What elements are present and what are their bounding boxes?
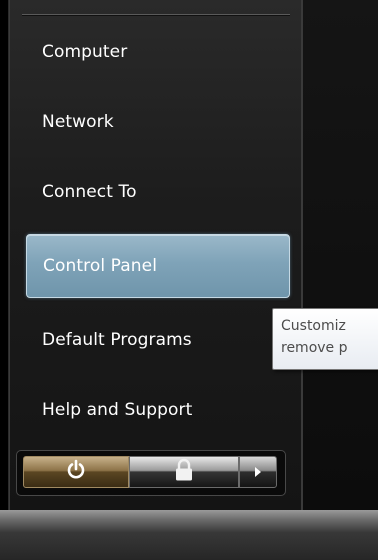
- menu-item-control-panel[interactable]: Control Panel: [26, 234, 290, 298]
- tooltip-line-1: Customiz: [281, 318, 346, 334]
- menu-item-help-and-support[interactable]: Help and Support: [26, 378, 290, 442]
- menu-item-label: Default Programs: [42, 330, 192, 350]
- arrow-right-icon: [253, 463, 263, 482]
- desktop-background: [300, 0, 378, 510]
- menu-item-label: Help and Support: [42, 400, 193, 420]
- taskbar: [0, 510, 378, 560]
- left-edge: [0, 0, 8, 510]
- menu-item-network[interactable]: Network: [26, 90, 290, 154]
- menu-item-label: Network: [42, 112, 114, 132]
- menu-separator: [22, 14, 290, 15]
- more-options-button[interactable]: [239, 456, 277, 488]
- menu-item-connect-to[interactable]: Connect To: [26, 160, 290, 224]
- menu-item-default-programs[interactable]: Default Programs: [26, 308, 290, 372]
- lock-icon: [173, 458, 195, 486]
- power-bar: [16, 450, 286, 496]
- menu-item-label: Control Panel: [43, 256, 158, 276]
- lock-button[interactable]: [129, 456, 239, 488]
- power-icon: [65, 459, 87, 485]
- menu-item-label: Computer: [42, 42, 128, 62]
- tooltip: Customiz remove p: [272, 308, 378, 370]
- menu-item-computer[interactable]: Computer: [26, 20, 290, 84]
- menu-item-label: Connect To: [42, 182, 137, 202]
- shutdown-button[interactable]: [23, 456, 129, 488]
- tooltip-line-2: remove p: [281, 340, 348, 356]
